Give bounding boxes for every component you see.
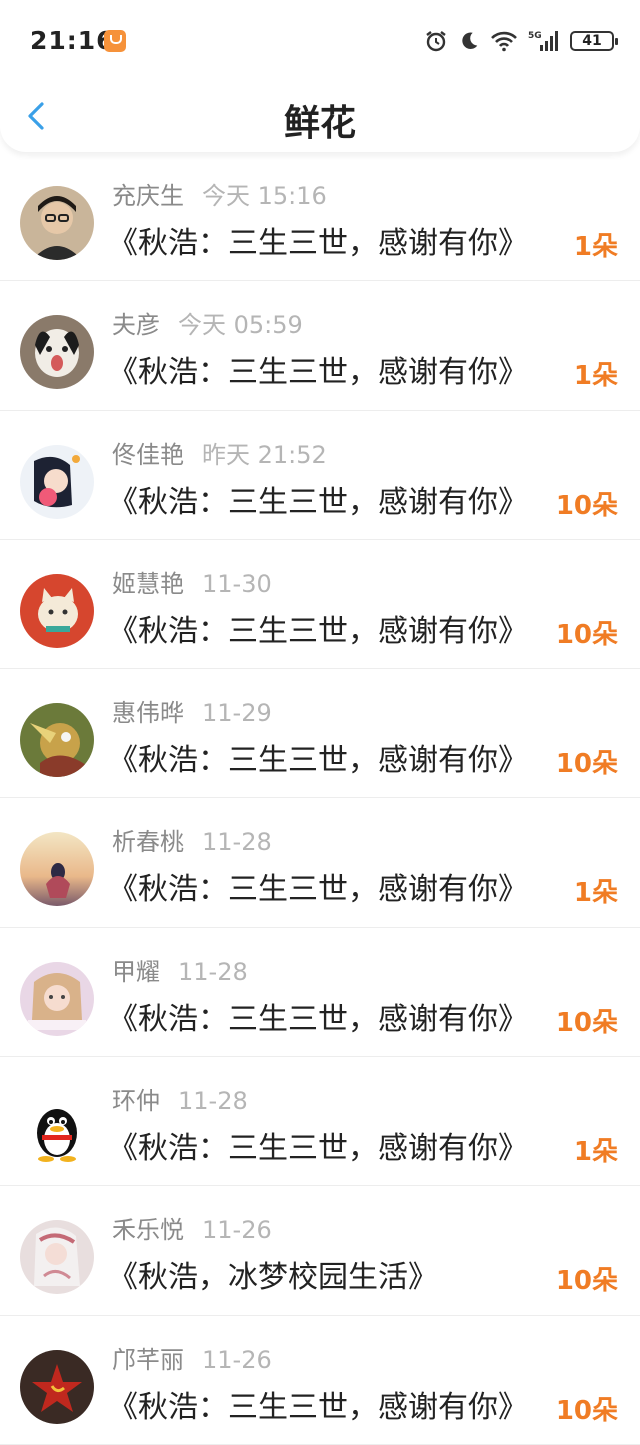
flower-count: 1朵 (573, 232, 618, 262)
sender-name: 佟佳艳 昨天 21:52 (112, 435, 327, 470)
sender-name-text: 惠伟晔 (112, 699, 184, 728)
moon-icon (462, 32, 478, 49)
avatar[interactable] (20, 1220, 94, 1295)
send-date: 11-26 (202, 1216, 272, 1245)
list-item[interactable]: 姬慧艳 11-30 《秋浩：三生三世，感谢有你》 10朵 (0, 540, 640, 670)
sender-name-text: 析春桃 (112, 828, 184, 857)
flower-count: 10朵 (555, 1395, 618, 1426)
list-item[interactable]: 析春桃 11-28 《秋浩：三生三世，感谢有你》 1朵 (0, 798, 640, 928)
sender-name: 甲耀 11-28 (112, 952, 248, 987)
avatar[interactable] (20, 186, 94, 260)
list-item[interactable]: 充庆生 今天 15:16 《秋浩：三生三世，感谢有你》 1朵 (0, 152, 640, 282)
sender-name: 惠伟晔 11-29 (112, 693, 272, 728)
flower-count: 1朵 (573, 361, 618, 392)
signal-icon: 5G (528, 31, 558, 51)
sender-name: 邝芊丽 11-26 (112, 1340, 272, 1375)
sender-name-text: 邝芊丽 (112, 1345, 184, 1374)
sender-name: 姬慧艳 11-30 (112, 564, 272, 599)
sender-name-text: 夫彦 (112, 311, 160, 340)
send-date: 今天 05:59 (178, 311, 303, 340)
sender-name: 禾乐悦 11-26 (112, 1210, 272, 1245)
sender-name: 充庆生 今天 15:16 (112, 176, 327, 211)
flower-list: 充庆生 今天 15:16 《秋浩：三生三世，感谢有你》 1朵 夫彦 今天 05:59… (0, 152, 640, 1445)
sender-name-text: 禾乐悦 (112, 1216, 184, 1245)
alarm-icon (426, 31, 446, 52)
send-date: 11-30 (202, 569, 272, 598)
page-title: 鲜花 (283, 103, 356, 144)
list-item[interactable]: 佟佳艳 昨天 21:52 《秋浩：三生三世，感谢有你》 10朵 (0, 411, 640, 540)
flower-count: 1朵 (573, 1137, 618, 1168)
list-item[interactable]: 夫彦 今天 05:59 《秋浩：三生三世，感谢有你》 1朵 (0, 281, 640, 411)
status-bar: 21:16 5G 41 (0, 0, 640, 80)
nav-bar: 鲜花 (0, 80, 640, 152)
work-title: 《秋浩，冰梦校园生活》 (108, 1260, 438, 1296)
list-item[interactable]: 环仲 11-28 《秋浩：三生三世，感谢有你》 1朵 (0, 1057, 640, 1187)
list-item[interactable]: 邝芊丽 11-26 《秋浩：三生三世，感谢有你》 10朵 (0, 1316, 640, 1445)
work-title: 《秋浩：三生三世，感谢有你》 (108, 743, 528, 779)
work-title: 《秋浩：三生三世，感谢有你》 (108, 1389, 528, 1425)
send-date: 11-26 (202, 1345, 272, 1374)
sender-name-text: 充庆生 (112, 182, 184, 210)
work-title: 《秋浩：三生三世，感谢有你》 (108, 355, 528, 391)
avatar[interactable] (20, 1349, 94, 1424)
battery-icon: 41 (570, 31, 618, 51)
sender-name-text: 甲耀 (112, 957, 160, 986)
flower-count: 10朵 (555, 490, 618, 521)
system-icons: 5G 41 (424, 26, 618, 56)
send-date: 11-29 (202, 699, 272, 728)
avatar[interactable] (20, 1091, 94, 1166)
sender-name-text: 环仲 (112, 1087, 160, 1116)
work-title: 《秋浩：三生三世，感谢有你》 (108, 226, 528, 261)
sender-name: 环仲 11-28 (112, 1081, 248, 1116)
avatar[interactable] (20, 703, 94, 778)
flower-count: 10朵 (555, 1266, 618, 1297)
work-title: 《秋浩：三生三世，感谢有你》 (108, 613, 528, 649)
avatar[interactable] (20, 573, 94, 648)
flower-count: 10朵 (555, 619, 618, 650)
list-item[interactable]: 惠伟晔 11-29 《秋浩：三生三世，感谢有你》 10朵 (0, 669, 640, 799)
wifi-icon (491, 31, 517, 52)
battery-level: 41 (582, 33, 602, 49)
work-title: 《秋浩：三生三世，感谢有你》 (108, 484, 528, 520)
sender-name: 析春桃 11-28 (112, 822, 272, 857)
flower-count: 1朵 (573, 878, 618, 909)
list-item[interactable]: 禾乐悦 11-26 《秋浩，冰梦校园生活》 10朵 (0, 1186, 640, 1316)
send-date: 今天 15:16 (202, 182, 327, 210)
list-item[interactable]: 甲耀 11-28 《秋浩：三生三世，感谢有你》 10朵 (0, 928, 640, 1058)
work-title: 《秋浩：三生三世，感谢有你》 (108, 1001, 528, 1037)
flower-count: 10朵 (555, 1007, 618, 1038)
flower-count: 10朵 (555, 749, 618, 780)
sender-name-text: 姬慧艳 (112, 569, 184, 598)
work-title: 《秋浩：三生三世，感谢有你》 (108, 872, 528, 908)
avatar[interactable] (20, 961, 94, 1036)
send-date: 11-28 (178, 1087, 248, 1116)
network-type-label: 5G (528, 31, 542, 41)
send-date: 昨天 21:52 (202, 440, 327, 469)
app-notification-icon (104, 30, 126, 52)
sender-name-text: 佟佳艳 (112, 440, 184, 469)
work-title: 《秋浩：三生三世，感谢有你》 (108, 1131, 528, 1167)
avatar[interactable] (20, 315, 94, 390)
avatar[interactable] (20, 444, 94, 519)
sender-name: 夫彦 今天 05:59 (112, 305, 303, 340)
send-date: 11-28 (178, 957, 248, 986)
avatar[interactable] (20, 832, 94, 907)
status-time: 21:16 (30, 26, 115, 55)
send-date: 11-28 (202, 828, 272, 857)
